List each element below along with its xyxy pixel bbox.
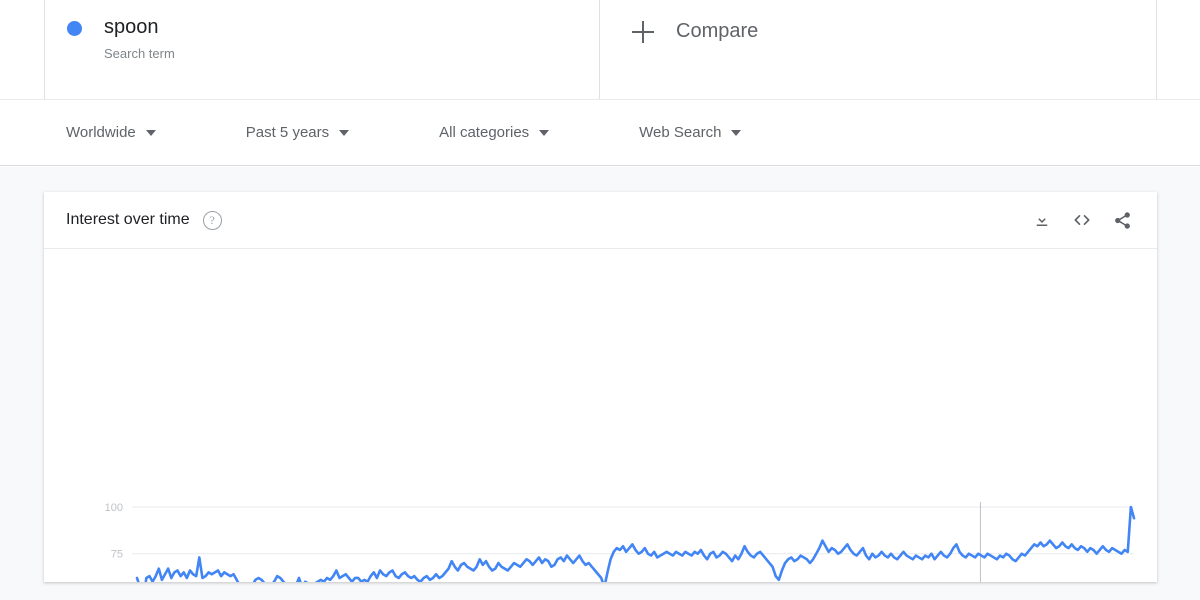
card-header: Interest over time ? (44, 192, 1157, 249)
svg-text:100: 100 (105, 502, 123, 514)
interest-over-time-card: Interest over time ? 75 100 (44, 192, 1157, 582)
chevron-down-icon (145, 129, 156, 136)
compare-label: Compare (676, 20, 759, 42)
search-term-type: Search term (104, 46, 175, 61)
embed-code-icon[interactable] (1069, 207, 1095, 233)
chart-y-axis: 255075100 (105, 502, 123, 561)
chart-svg: 255075100 Oct 15, 20…Apr 14, 2019Oct 11,… (105, 502, 1136, 582)
chevron-down-icon (339, 129, 350, 136)
filter-category-label: All categories (439, 124, 530, 141)
svg-text:75: 75 (111, 549, 123, 561)
filter-search-type[interactable]: Web Search (639, 124, 742, 141)
share-icon[interactable] (1109, 207, 1135, 233)
chart-line-series (135, 505, 1136, 582)
help-circle-icon[interactable]: ? (202, 210, 222, 230)
add-comparison-button[interactable]: Compare (632, 20, 758, 43)
search-term-texts: spoon Search term (104, 14, 175, 61)
filter-time-range-label: Past 5 years (245, 124, 330, 141)
plus-icon (632, 20, 654, 43)
compare-cell[interactable]: Compare (600, 0, 1157, 99)
filter-time-range[interactable]: Past 5 years (245, 124, 350, 141)
main-content: Interest over time ? 75 100 (0, 167, 1200, 600)
search-term-card[interactable]: spoon Search term (44, 0, 600, 99)
search-term-bar: spoon Search term Compare (0, 0, 1200, 100)
search-term-name: spoon (104, 16, 159, 38)
filter-search-type-label: Web Search (639, 124, 722, 141)
interest-over-time-chart[interactable]: 255075100 Oct 15, 20…Apr 14, 2019Oct 11,… (44, 249, 1157, 582)
chevron-down-icon (539, 129, 550, 136)
series-dot-icon (67, 21, 82, 36)
chart-annotations: Note (979, 502, 981, 582)
chevron-down-icon (731, 129, 742, 136)
download-icon[interactable] (1029, 207, 1055, 233)
filter-bar: Worldwide Past 5 years All categories We… (0, 100, 1200, 166)
filter-location[interactable]: Worldwide (66, 124, 156, 141)
filter-category[interactable]: All categories (439, 124, 550, 141)
filter-location-label: Worldwide (66, 124, 136, 141)
page-title: Interest over time (66, 211, 190, 228)
